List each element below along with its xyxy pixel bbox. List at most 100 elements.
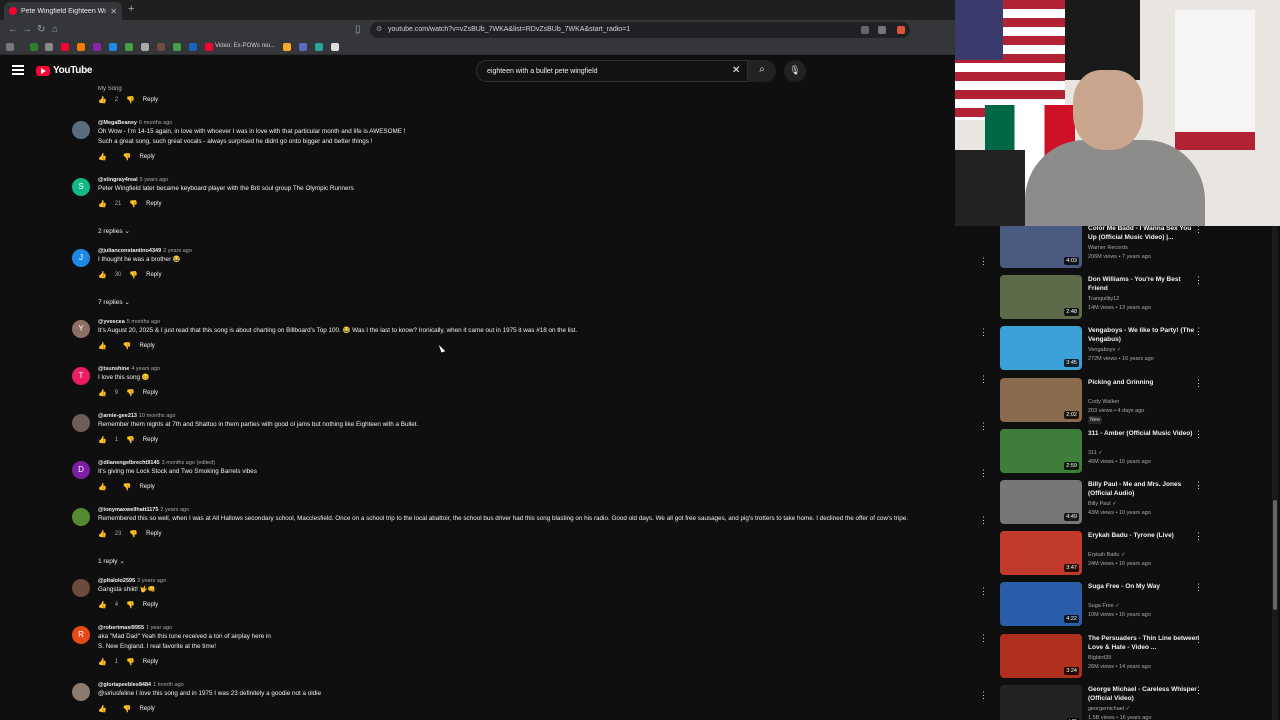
comment-author[interactable]: @stingray4real [98,177,138,183]
comment-author[interactable]: @gloriapeebles8484 [98,682,151,688]
reply-button[interactable]: Reply [143,437,158,443]
site-info-icon[interactable]: ⚙ [376,25,382,33]
video-title[interactable]: The Persuaders - Thin Line between Love … [1088,634,1200,652]
bookmark-7-icon[interactable] [125,43,133,51]
video-channel[interactable]: Warner Records [1088,245,1128,251]
video-channel[interactable]: Cody Walker [1088,399,1119,405]
reply-button[interactable]: Reply [143,97,158,103]
comment-author[interactable]: @tonymaxwellhatt1175 [98,507,158,513]
related-video[interactable]: 4:03 Color Me Badd - I Wanna Sex You Up (… [1000,226,1210,274]
scrollbar-thumb[interactable] [1273,500,1277,610]
comment-more-icon[interactable]: ⋮ [979,690,988,701]
dislike-icon[interactable]: 👎 [123,483,132,491]
comment-more-icon[interactable]: ⋮ [979,633,988,644]
comment-author[interactable]: @arnie-gee213 [98,413,137,419]
video-more-icon[interactable]: ⋮ [1194,429,1203,440]
like-icon[interactable]: 👍 [98,658,107,666]
comment-time[interactable]: 10 months ago [139,413,175,419]
replies-toggle[interactable]: 2 replies ⌄ [98,227,130,235]
comment-more-icon[interactable]: ⋮ [979,327,988,338]
video-thumbnail[interactable]: 2:59 [1000,428,1082,473]
video-thumbnail[interactable]: 2:02 [1000,377,1082,422]
bookmark-9-icon[interactable] [157,43,165,51]
video-channel[interactable]: Suga Free ✓ [1088,603,1120,609]
search-input[interactable]: eighteen with a bullet pete wingfield [476,60,748,82]
like-icon[interactable]: 👍 [98,153,107,161]
comment-author[interactable]: @pltalolo2595 [98,578,135,584]
bookmark-16-icon[interactable] [331,43,339,51]
video-thumbnail[interactable]: 2:48 [1000,275,1082,320]
comment-time[interactable]: 4 years ago [131,366,160,372]
like-icon[interactable]: 👍 [98,530,107,538]
video-more-icon[interactable]: ⋮ [1194,275,1203,286]
menu-icon[interactable] [12,65,24,75]
bookmark-13-icon[interactable] [283,43,291,51]
video-thumbnail[interactable]: 4:49 [1000,480,1082,524]
video-channel[interactable]: 311 ✓ [1088,450,1103,456]
video-more-icon[interactable]: ⋮ [1194,582,1203,593]
bookmark-3-icon[interactable] [61,43,69,51]
video-thumbnail[interactable]: 4:03 [1000,226,1082,268]
comment-time[interactable]: 1 month ago [153,682,184,688]
replies-toggle[interactable]: 1 reply ⌄ [98,557,125,565]
back-icon[interactable]: ← [8,24,18,35]
avatar[interactable] [72,121,90,139]
video-title[interactable]: 311 - Amber (Official Music Video) [1088,429,1200,438]
video-channel[interactable]: Tranquility12 [1088,296,1119,302]
avatar[interactable] [72,579,90,597]
like-icon[interactable]: 👍 [98,436,107,444]
url-field[interactable]: ⚙ youtube.com/watch?v=vZsBUb_7WKA&list=R… [370,22,910,38]
dislike-icon[interactable]: 👎 [126,658,135,666]
cast-icon[interactable] [861,26,869,34]
related-video[interactable]: HD George Michael - Careless Whisper (Off… [1000,684,1210,720]
like-icon[interactable]: 👍 [98,96,107,104]
video-title[interactable]: Erykah Badu - Tyrone (Live) [1088,531,1200,540]
reply-button[interactable]: Reply [143,659,158,665]
search-button[interactable]: ⌕ [748,60,776,82]
like-icon[interactable]: 👍 [98,601,107,609]
video-thumbnail[interactable]: 3:24 [1000,633,1082,678]
comment-time[interactable]: 5 years ago [140,177,169,183]
dislike-icon[interactable]: 👎 [129,271,138,279]
video-title[interactable]: Billy Paul - Me and Mrs. Jones (Official… [1088,480,1200,498]
comment-more-icon[interactable]: ⋮ [979,374,988,385]
video-thumbnail[interactable]: 3:47 [1000,531,1082,576]
reply-button[interactable]: Reply [139,706,154,712]
video-title[interactable]: Vengaboys - We like to Party! (The Venga… [1088,326,1200,344]
comment-time[interactable]: 2 years ago [160,507,189,513]
dislike-icon[interactable]: 👎 [123,705,132,713]
dislike-icon[interactable]: 👎 [123,153,132,161]
comment-author[interactable]: @yveecea [98,319,125,325]
video-more-icon[interactable]: ⋮ [1194,226,1203,235]
clear-search-icon[interactable]: ✕ [732,65,740,76]
video-more-icon[interactable]: ⋮ [1194,634,1203,645]
video-thumbnail[interactable]: 4:22 [1000,582,1082,627]
dislike-icon[interactable]: 👎 [123,342,132,350]
related-video[interactable]: 2:48 Don Williams - You're My Best Friend… [1000,275,1210,325]
like-icon[interactable]: 👍 [98,271,107,279]
bookmark-2-icon[interactable] [45,43,53,51]
related-video[interactable]: 4:22 Suga Free - On My Way Suga Free ✓ 10M … [1000,582,1210,632]
comment-author[interactable]: @MegaBeansy [98,120,137,126]
related-video[interactable]: 2:02 Picking and Grinning Cody Walker 203 v… [1000,377,1210,428]
reload-icon[interactable]: ↻ [37,24,45,35]
bookmark-15-icon[interactable] [315,43,323,51]
comment-time[interactable]: 2 years ago [163,248,192,254]
extension-icon[interactable] [897,26,905,34]
bookmark-label[interactable]: Video: Ex-POWs reu... [215,43,275,49]
avatar[interactable]: S [72,178,90,196]
related-video[interactable]: 3:45 Vengaboys - We like to Party! (The V… [1000,326,1210,376]
reply-button[interactable]: Reply [146,272,161,278]
comment-more-icon[interactable]: ⋮ [979,256,988,267]
youtube-logo[interactable]: YouTube [36,65,93,76]
dislike-icon[interactable]: 👎 [126,389,135,397]
comment-time[interactable]: 1 year ago [146,625,172,631]
comment-time[interactable]: 6 months ago [139,120,172,126]
like-icon[interactable]: 👍 [98,389,107,397]
reply-button[interactable]: Reply [139,484,154,490]
bookmark-12-icon[interactable] [205,43,213,51]
comment-more-icon[interactable]: ⋮ [979,468,988,479]
tab-close-icon[interactable]: ✕ [110,7,117,16]
apps-icon[interactable] [6,43,14,51]
browser-tab[interactable]: Pete Wingfield Eighteen With ✕ [4,2,122,20]
